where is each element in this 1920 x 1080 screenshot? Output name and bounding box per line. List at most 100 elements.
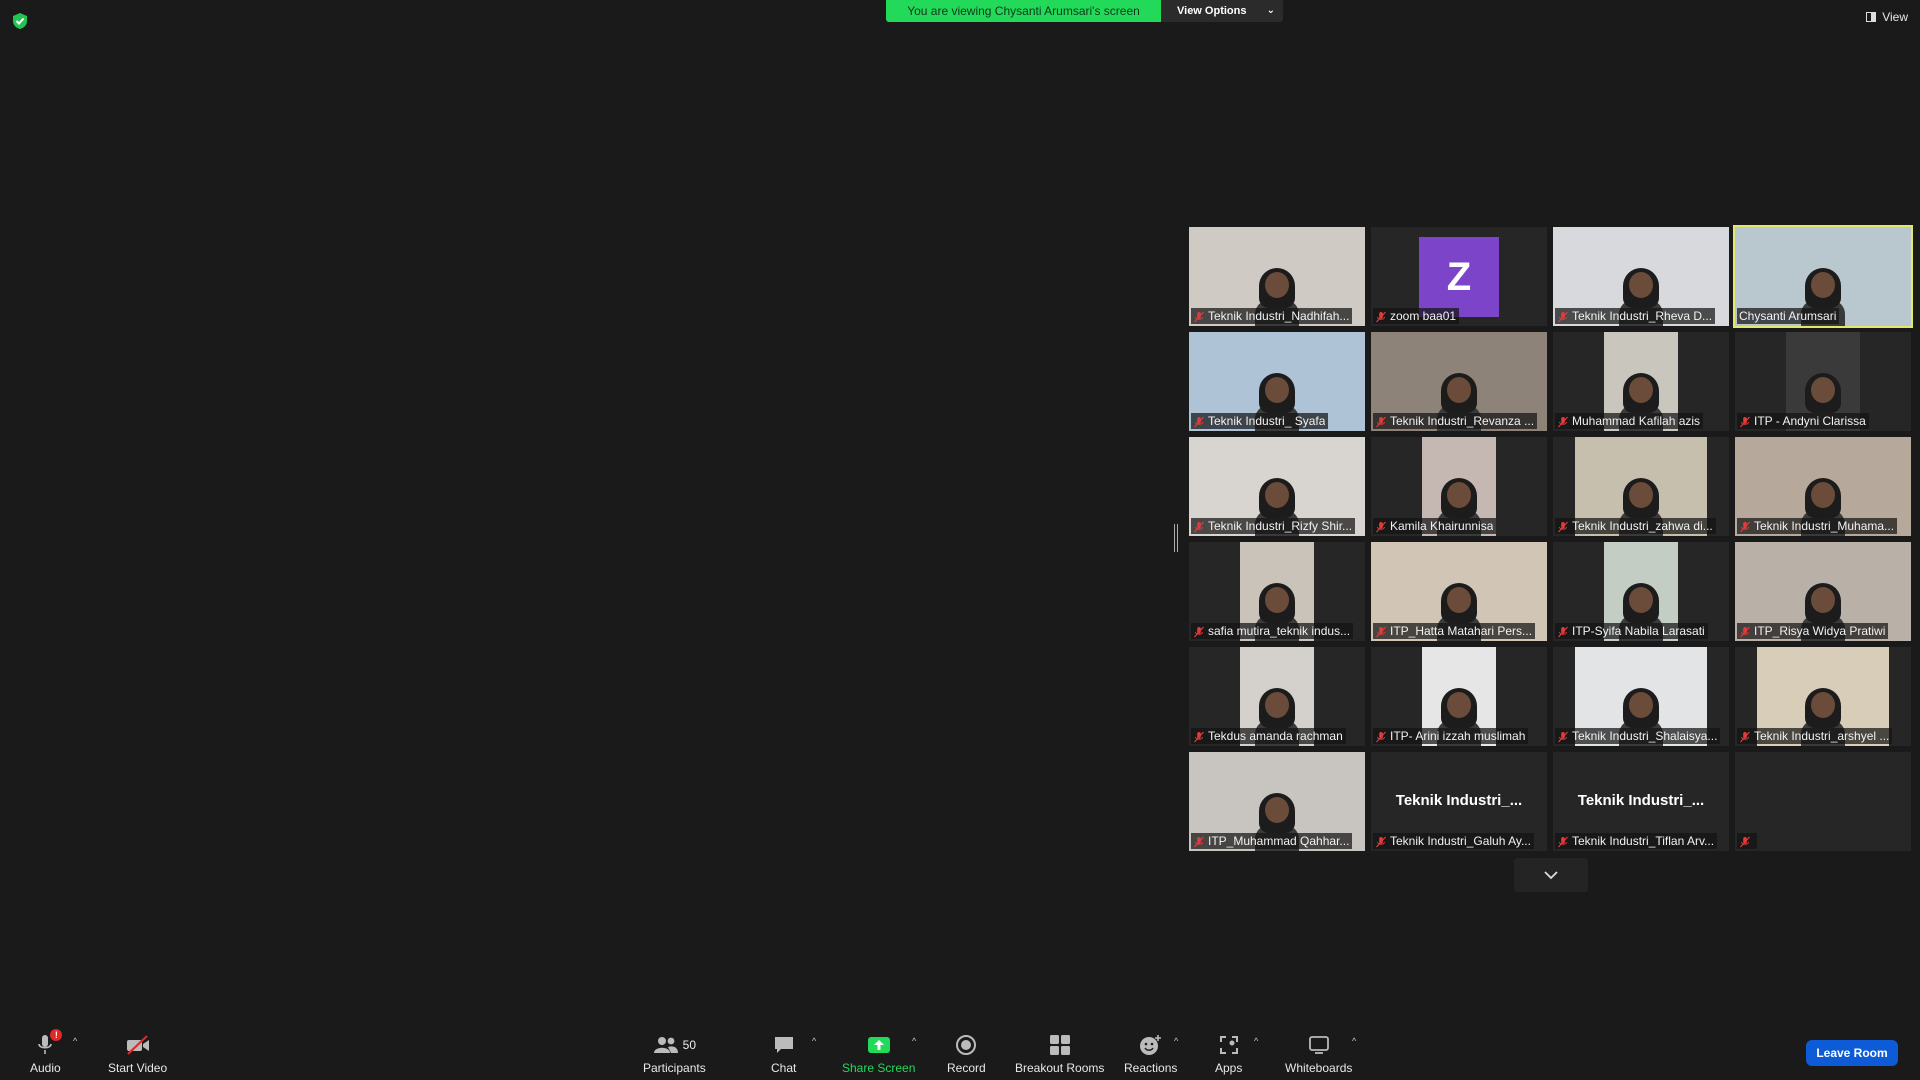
participant-tile[interactable]: Muhammad Kafilah azis: [1553, 332, 1729, 431]
mic-muted-icon: [1375, 835, 1387, 848]
viewing-screen-label: You are viewing Chysanti Arumsari's scre…: [886, 0, 1161, 22]
participant-tile[interactable]: Teknik Industri_Rizfy Shir...: [1189, 437, 1365, 536]
mic-muted-icon: [1739, 625, 1751, 638]
participant-tile[interactable]: Teknik Industri_ Syafa: [1189, 332, 1365, 431]
mic-muted-icon: [1557, 625, 1569, 638]
participant-name: Teknik Industri_Revanza ...: [1390, 414, 1535, 428]
audio-warning-badge: !: [50, 1029, 63, 1041]
apps-button[interactable]: Apps: [1215, 1032, 1242, 1075]
audio-options-caret[interactable]: ^: [73, 1036, 77, 1046]
layout-icon: [1866, 12, 1877, 22]
record-icon: [956, 1035, 977, 1055]
chat-label: Chat: [771, 1061, 797, 1075]
chat-button[interactable]: Chat: [771, 1032, 796, 1075]
mic-muted-icon: [1193, 835, 1205, 848]
mic-muted-icon: [1557, 730, 1569, 743]
whiteboards-options-caret[interactable]: ^: [1352, 1036, 1356, 1046]
share-options-caret[interactable]: ^: [912, 1036, 916, 1046]
breakout-rooms-icon: [1049, 1035, 1070, 1055]
participant-display-name: Teknik Industri_...: [1577, 792, 1705, 809]
chat-options-caret[interactable]: ^: [812, 1036, 816, 1046]
participant-tile[interactable]: Kamila Khairunnisa: [1371, 437, 1547, 536]
reactions-button[interactable]: Reactions: [1124, 1032, 1177, 1075]
view-options-label: View Options: [1177, 5, 1247, 17]
mic-muted-icon: [1739, 415, 1751, 428]
mic-muted-icon: [1557, 415, 1569, 428]
participant-name: Chysanti Arumsari: [1739, 309, 1837, 323]
participant-tile[interactable]: ITP - Andyni Clarissa: [1735, 332, 1911, 431]
participant-name-bar: Teknik Industri_Galuh Ay...: [1373, 833, 1534, 849]
participant-name-bar: Kamila Khairunnisa: [1373, 518, 1497, 534]
mic-muted-icon: [1193, 310, 1205, 323]
whiteboards-label: Whiteboards: [1285, 1061, 1353, 1075]
mic-muted-icon: [1739, 730, 1751, 743]
share-screen-button[interactable]: Share Screen: [842, 1032, 915, 1075]
mic-muted-icon: [1739, 520, 1751, 533]
participant-name-bar: safia mutira_teknik indus...: [1191, 623, 1354, 639]
participant-tile[interactable]: Teknik Industri_zahwa di...: [1553, 437, 1729, 536]
reactions-label: Reactions: [1124, 1061, 1178, 1075]
participant-tile[interactable]: [1735, 752, 1911, 851]
leave-room-button[interactable]: Leave Room: [1806, 1040, 1898, 1066]
reactions-options-caret[interactable]: ^: [1174, 1036, 1178, 1046]
participant-name: Teknik Industri_Tiflan Arv...: [1572, 834, 1715, 848]
participant-name-bar: Teknik Industri_Shalaisya...: [1555, 728, 1721, 744]
participant-name: ITP - Andyni Clarissa: [1754, 414, 1866, 428]
audio-button[interactable]: ! Audio: [30, 1029, 63, 1075]
participant-name-bar: Chysanti Arumsari: [1737, 308, 1840, 324]
participant-tile[interactable]: Teknik Industri_arshyel ...: [1735, 647, 1911, 746]
participant-tile[interactable]: Teknik Industri_... Teknik Industri_Galuh…: [1371, 752, 1547, 851]
participant-tile[interactable]: Teknik Industri_Rheva D...: [1553, 227, 1729, 326]
mic-muted-icon: [1557, 310, 1569, 323]
participant-tile[interactable]: ITP- Arini izzah muslimah: [1371, 647, 1547, 746]
participant-name: Teknik Industri_Rizfy Shir...: [1208, 519, 1353, 533]
panel-resize-handle[interactable]: [1174, 524, 1178, 552]
next-page-button[interactable]: [1514, 858, 1588, 892]
participants-button[interactable]: 50 Participants: [643, 1032, 706, 1075]
share-screen-icon: [867, 1037, 890, 1053]
screen-share-banner: You are viewing Chysanti Arumsari's scre…: [886, 0, 1283, 22]
mic-muted-icon: [1375, 520, 1387, 533]
mic-muted-icon: [1375, 415, 1387, 428]
video-off-icon: [126, 1035, 149, 1055]
participant-name: Teknik Industri_zahwa di...: [1572, 519, 1713, 533]
participant-name: Muhammad Kafilah azis: [1572, 414, 1701, 428]
record-button[interactable]: Record: [947, 1032, 986, 1075]
record-label: Record: [947, 1061, 986, 1075]
participant-tile[interactable]: Teknik Industri_Nadhifah...: [1189, 227, 1365, 326]
shield-check-icon[interactable]: [12, 12, 28, 30]
audio-label: Audio: [30, 1061, 61, 1075]
mic-muted-icon: [1193, 415, 1205, 428]
apps-options-caret[interactable]: ^: [1254, 1036, 1258, 1046]
whiteboards-button[interactable]: Whiteboards: [1285, 1032, 1352, 1075]
participant-tile[interactable]: ITP-Syifa Nabila Larasati: [1553, 542, 1729, 641]
start-video-button[interactable]: Start Video: [108, 1032, 167, 1075]
participant-tile[interactable]: Teknik Industri_... Teknik Industri_Tifla…: [1553, 752, 1729, 851]
participant-tile[interactable]: Teknik Industri_Muhama...: [1735, 437, 1911, 536]
participant-tile[interactable]: Tekdus amanda rachman: [1189, 647, 1365, 746]
participant-tile[interactable]: ITP_Muhammad Qahhar...: [1189, 752, 1365, 851]
participant-tile[interactable]: Zzoom baa01: [1371, 227, 1547, 326]
participant-tile[interactable]: Chysanti Arumsari: [1733, 225, 1913, 328]
participant-tile[interactable]: Teknik Industri_Shalaisya...: [1553, 647, 1729, 746]
participant-name: Teknik Industri_Shalaisya...: [1572, 729, 1718, 743]
mic-muted-icon: [1375, 730, 1387, 743]
mic-muted-icon: [1375, 310, 1387, 323]
view-button[interactable]: View: [1866, 10, 1908, 24]
participant-gallery: Teknik Industri_Nadhifah... Zzoom baa01 Te…: [1189, 225, 1913, 851]
mic-muted-icon: [1557, 835, 1569, 848]
participant-name: Tekdus amanda rachman: [1208, 729, 1343, 743]
breakout-rooms-label: Breakout Rooms: [1015, 1061, 1105, 1075]
participant-tile[interactable]: safia mutira_teknik indus...: [1189, 542, 1365, 641]
mic-muted-icon: [1193, 520, 1205, 533]
participants-icon: [653, 1037, 678, 1053]
participant-name: Teknik Industri_ Syafa: [1208, 414, 1326, 428]
participant-tile[interactable]: Teknik Industri_Revanza ...: [1371, 332, 1547, 431]
start-video-label: Start Video: [108, 1061, 168, 1075]
participant-name-bar: Tekdus amanda rachman: [1191, 728, 1346, 744]
breakout-rooms-button[interactable]: Breakout Rooms: [1015, 1032, 1104, 1075]
view-options-dropdown[interactable]: View Options ⌄: [1161, 0, 1283, 22]
chevron-down-icon: ⌄: [1266, 5, 1275, 16]
participant-tile[interactable]: ITP_Hatta Matahari Pers...: [1371, 542, 1547, 641]
participant-tile[interactable]: ITP_Risya Widya Pratiwi: [1735, 542, 1911, 641]
